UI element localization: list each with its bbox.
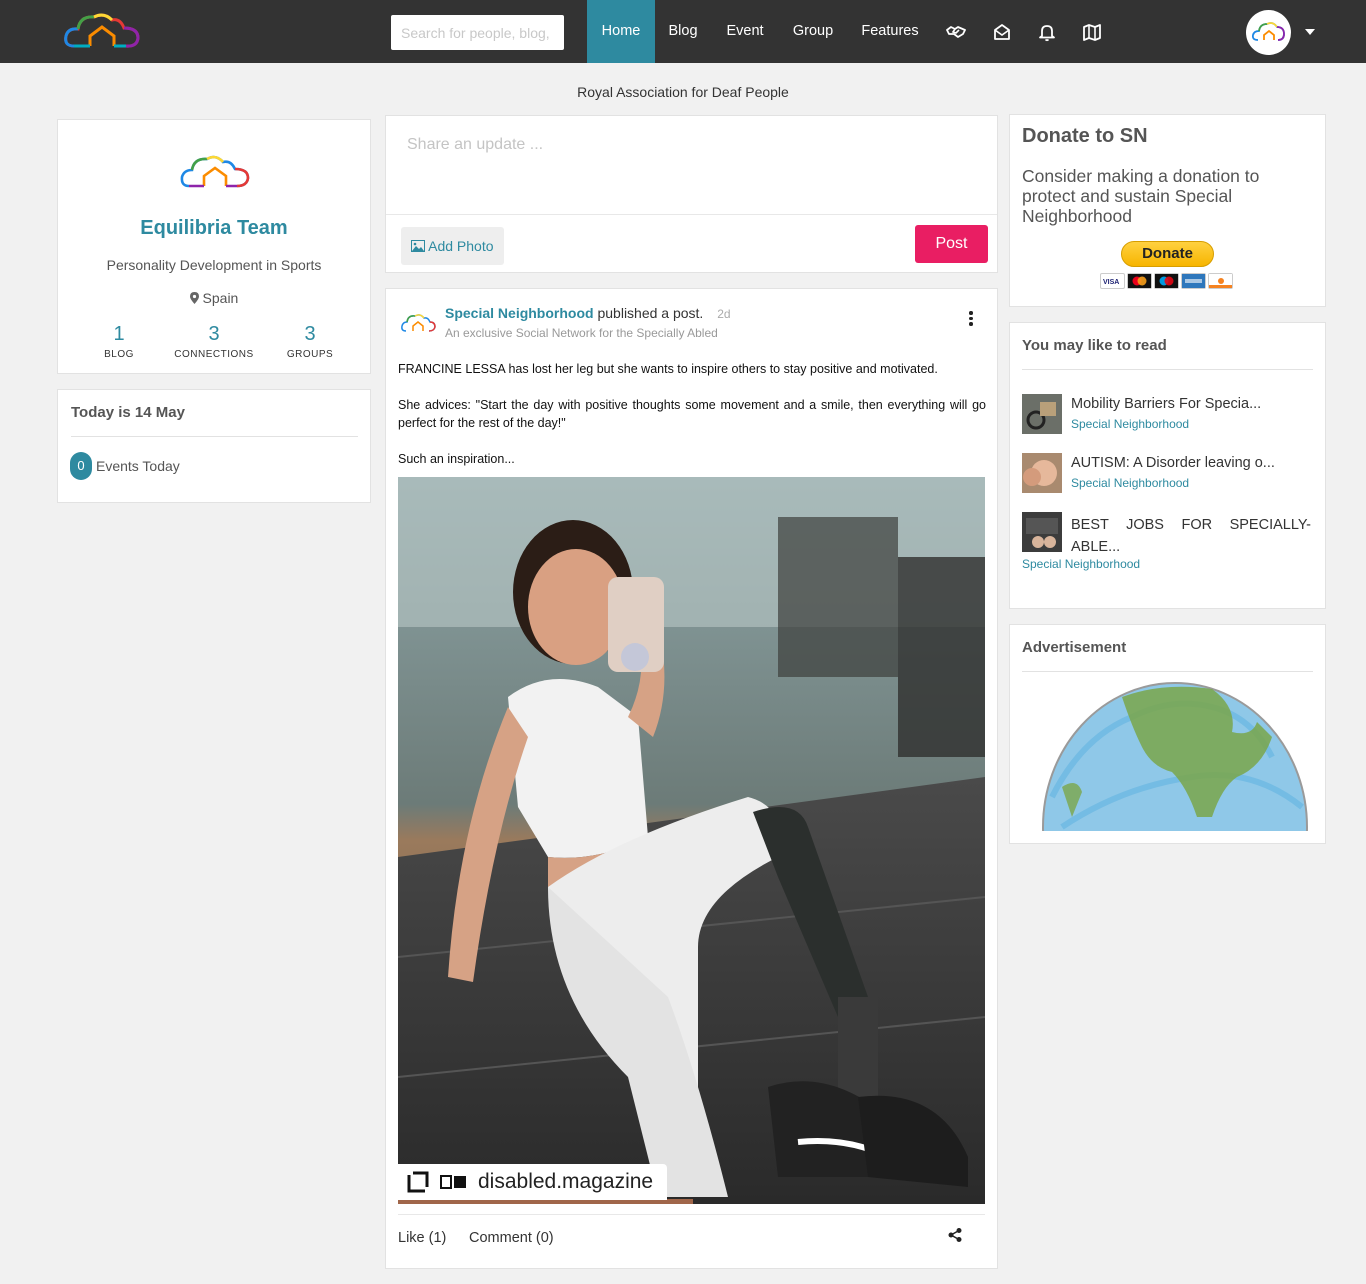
- comment-button[interactable]: Comment (0): [469, 1230, 554, 1246]
- advertisement-image[interactable]: [1022, 677, 1312, 831]
- article-source[interactable]: Special Neighborhood: [1071, 476, 1189, 490]
- profile-location: Spain: [58, 290, 370, 306]
- post-photo[interactable]: disabled.magazine: [398, 477, 985, 1204]
- recommended-reading-card: You may like to read Mobility Barriers F…: [1009, 322, 1326, 609]
- donate-button[interactable]: Donate: [1121, 241, 1214, 267]
- stat-blog-value: 1: [113, 323, 125, 345]
- like-button[interactable]: Like (1): [398, 1230, 446, 1246]
- post-header: Special Neighborhood published a post. 2…: [445, 305, 731, 321]
- article-title[interactable]: Mobility Barriers For Specia...: [1071, 396, 1261, 412]
- top-navbar: Home Blog Event Group Features: [0, 0, 1366, 63]
- profile-card: Equilibria Team Personality Development …: [57, 119, 371, 374]
- bell-icon[interactable]: [1037, 22, 1057, 42]
- events-count-badge: 0: [70, 452, 92, 480]
- share-update-input[interactable]: Share an update ...: [407, 136, 543, 154]
- share-footer: Add Photo Post: [386, 214, 997, 272]
- search-input[interactable]: [391, 15, 564, 50]
- globe-illustration: [1042, 682, 1308, 831]
- image-icon: [411, 240, 425, 252]
- map-icon[interactable]: [1082, 22, 1102, 42]
- profile-tagline: Personality Development in Sports: [106, 257, 322, 273]
- advertisement-title: Advertisement: [1022, 639, 1127, 656]
- divider: [71, 436, 358, 437]
- watermark-text: disabled.magazine: [478, 1170, 654, 1193]
- share-update-card: Share an update ... Add Photo Post: [385, 115, 998, 273]
- post-body: FRANCINE LESSA has lost her leg but she …: [398, 360, 986, 486]
- stat-connections-value: 3: [208, 323, 220, 345]
- photo-illustration: [398, 477, 985, 1204]
- add-photo-label: Add Photo: [428, 238, 494, 254]
- photo-watermark: disabled.magazine: [398, 1164, 667, 1200]
- stat-groups[interactable]: 3 GROUPS: [260, 323, 360, 360]
- today-card: Today is 14 May 0 Events Today: [57, 389, 371, 503]
- profile-location-text: Spain: [202, 290, 239, 306]
- nav-features[interactable]: Features: [860, 0, 920, 63]
- stat-blog[interactable]: 1 BLOG: [69, 323, 169, 360]
- recommended-title: You may like to read: [1022, 337, 1167, 354]
- divider: [1022, 671, 1313, 672]
- site-logo[interactable]: [62, 10, 142, 54]
- post-footer: Like (1) Comment (0): [398, 1214, 985, 1264]
- organization-name: Royal Association for Deaf People: [577, 84, 789, 100]
- article-thumbnail[interactable]: [1022, 453, 1062, 493]
- post-options-icon[interactable]: [968, 311, 974, 327]
- nav-blog[interactable]: Blog: [664, 0, 702, 63]
- post-author-subtitle: An exclusive Social Network for the Spec…: [445, 326, 718, 340]
- stat-connections[interactable]: 3 CONNECTIONS: [164, 323, 264, 360]
- article-title[interactable]: AUTISM: A Disorder leaving o...: [1071, 455, 1275, 471]
- donate-title: Donate to SN: [1022, 125, 1148, 147]
- visa-card-icon: VISA: [1100, 273, 1125, 289]
- nav-group[interactable]: Group: [790, 0, 836, 63]
- post-button[interactable]: Post: [915, 225, 988, 263]
- article-source[interactable]: Special Neighborhood: [1071, 417, 1189, 431]
- article-thumbnail[interactable]: [1022, 394, 1062, 434]
- post-paragraph: FRANCINE LESSA has lost her leg but she …: [398, 362, 938, 376]
- post-action: published a post.: [597, 305, 704, 321]
- stat-blog-label: BLOG: [104, 349, 134, 360]
- svg-text:VISA: VISA: [1103, 279, 1119, 286]
- article-title[interactable]: BEST JOBS FOR SPECIALLY-ABLE...: [1071, 514, 1311, 558]
- add-photo-button[interactable]: Add Photo: [401, 227, 504, 265]
- post-paragraph: She advices: "Start the day with positiv…: [398, 398, 986, 430]
- stat-connections-label: CONNECTIONS: [174, 349, 254, 360]
- article-source[interactable]: Special Neighborhood: [1022, 557, 1140, 571]
- amex-card-icon: [1181, 273, 1206, 289]
- user-avatar[interactable]: [1246, 10, 1291, 55]
- article-thumbnail[interactable]: [1022, 512, 1062, 552]
- envelope-open-icon[interactable]: [992, 22, 1012, 42]
- nav-home[interactable]: Home: [587, 0, 655, 63]
- stat-groups-label: GROUPS: [286, 349, 334, 360]
- mastercard-icon: [1127, 273, 1152, 289]
- advertisement-card: Advertisement: [1009, 624, 1326, 844]
- post-author-link[interactable]: Special Neighborhood: [445, 305, 594, 321]
- post-paragraph: Such an inspiration...: [398, 452, 515, 466]
- post-card: Special Neighborhood published a post. 2…: [385, 288, 998, 1269]
- divider: [1022, 369, 1313, 370]
- nav-event[interactable]: Event: [723, 0, 767, 63]
- post-author-avatar[interactable]: [400, 312, 436, 334]
- post-timestamp: 2d: [717, 307, 731, 321]
- maestro-card-icon: [1154, 273, 1179, 289]
- account-dropdown-caret-icon[interactable]: [1305, 29, 1315, 35]
- handshake-icon[interactable]: [946, 22, 966, 42]
- stat-groups-value: 3: [304, 323, 316, 345]
- profile-name[interactable]: Equilibria Team: [58, 217, 370, 240]
- donate-text: Consider making a donation to protect an…: [1022, 166, 1260, 226]
- repost-icon: [407, 1171, 429, 1193]
- map-marker-icon: [189, 292, 199, 304]
- today-title: Today is 14 May: [71, 404, 185, 421]
- donate-card: Donate to SN Consider making a donation …: [1009, 114, 1326, 307]
- magazine-logo-icon: [440, 1175, 466, 1189]
- profile-logo: [180, 155, 250, 188]
- discover-card-icon: [1208, 273, 1233, 289]
- share-icon[interactable]: [947, 1227, 963, 1243]
- events-today-label[interactable]: Events Today: [96, 458, 180, 474]
